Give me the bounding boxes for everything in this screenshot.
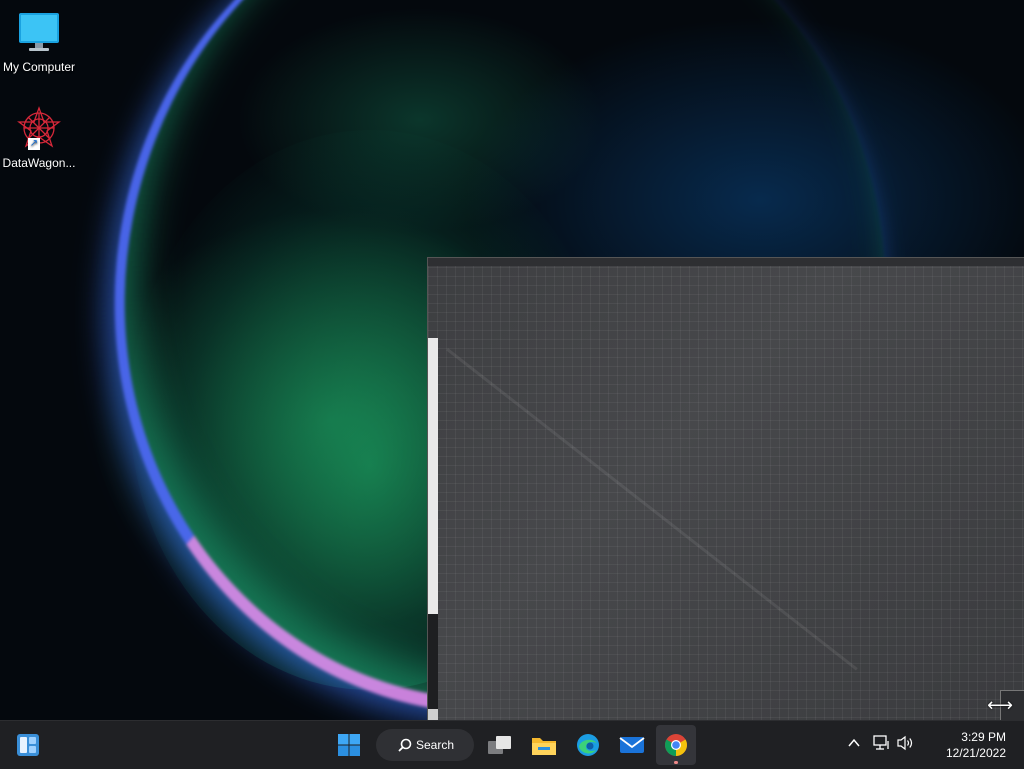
clock-date: 12/21/2022 <box>945 746 1006 760</box>
search-label: Search <box>416 738 455 752</box>
taskbar-mail-button[interactable] <box>612 725 652 765</box>
taskbar-file-explorer-button[interactable] <box>524 725 564 765</box>
scrollbar-thumb[interactable] <box>428 338 438 614</box>
scrollbar-end-button[interactable] <box>428 709 438 720</box>
window-content-pattern <box>428 258 1024 720</box>
desktop-background: My Computer ↗ DataWagon... ⟷ <box>0 0 1024 720</box>
chevron-up-icon[interactable] <box>844 735 864 755</box>
clock-time: 3:29 PM <box>961 730 1006 744</box>
resize-cursor-icon: ⟷ <box>987 695 1013 715</box>
taskbar-widgets-button[interactable] <box>8 725 48 765</box>
system-tray: 3:29 PM 12/21/2022 <box>844 721 1024 769</box>
app-window[interactable] <box>427 257 1024 720</box>
desktop-icon-datawagon[interactable]: ↗ DataWagon... <box>0 106 78 170</box>
desktop-icon-label: DataWagon... <box>2 156 76 170</box>
search-icon <box>398 738 412 752</box>
folder-icon <box>532 738 556 755</box>
mail-icon <box>619 737 645 753</box>
task-view-icon <box>488 736 511 754</box>
taskbar-edge-button[interactable] <box>568 725 608 765</box>
widgets-icon <box>17 734 39 756</box>
desktop-icon-my-computer[interactable]: My Computer <box>0 10 78 74</box>
running-indicator <box>674 761 678 764</box>
datawagon-app-icon: ↗ <box>16 106 62 152</box>
chrome-browser-icon <box>665 734 687 756</box>
network-icon[interactable] <box>872 735 892 755</box>
window-title-bar[interactable] <box>428 258 1024 266</box>
taskbar-clock[interactable]: 3:29 PM 12/21/2022 <box>946 729 1006 761</box>
volume-icon[interactable] <box>896 735 916 755</box>
monitor-icon <box>16 10 62 56</box>
taskbar-chrome-button[interactable] <box>656 725 696 765</box>
taskbar: Search 3:29 PM 12/21/2022 <box>0 720 1024 769</box>
window-scrollbar[interactable] <box>428 338 438 720</box>
windows-start-icon <box>338 734 360 756</box>
taskbar-search-box[interactable]: Search <box>376 729 474 761</box>
taskbar-start-button[interactable] <box>329 725 369 765</box>
edge-browser-icon <box>577 734 599 756</box>
shortcut-arrow-icon: ↗ <box>28 138 40 150</box>
taskbar-task-view-button[interactable] <box>480 725 520 765</box>
desktop-icon-label: My Computer <box>2 60 76 74</box>
